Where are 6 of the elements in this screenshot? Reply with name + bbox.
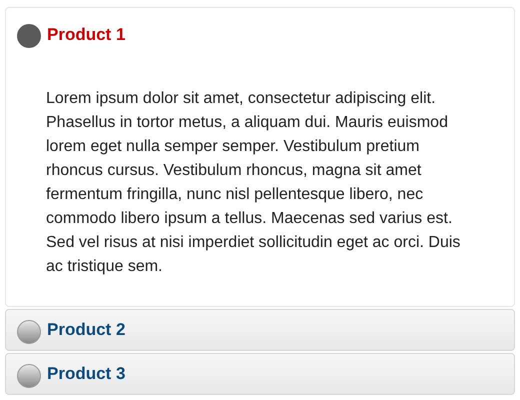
section-title[interactable]: Product 2 [47, 317, 126, 343]
body-text: Lorem ipsum dolor sit amet, consectetur adipiscing elit. Phasellus in tortor metus, a aliquam dui. Mauris euismod lorem eget nulla semper semper. Vestibulum pretium rhoncus cursus. Vestibulum rhoncus, magna sit amet fermentum fringilla, nunc nisl pellentesque libero, nec commodo libero ipsum a tellus. Maecenas sed varius est. Sed vel risus at nisi imperdiet sollicitudin eget ac orci. Duis ac tristique sem. [46, 89, 462, 277]
section-title[interactable]: Product 1 [47, 22, 126, 48]
accordion-header[interactable]: Product 2 [5, 309, 515, 351]
section-title[interactable]: Product 3 [47, 361, 126, 387]
accordion-header[interactable]: Product 3 [5, 353, 515, 395]
